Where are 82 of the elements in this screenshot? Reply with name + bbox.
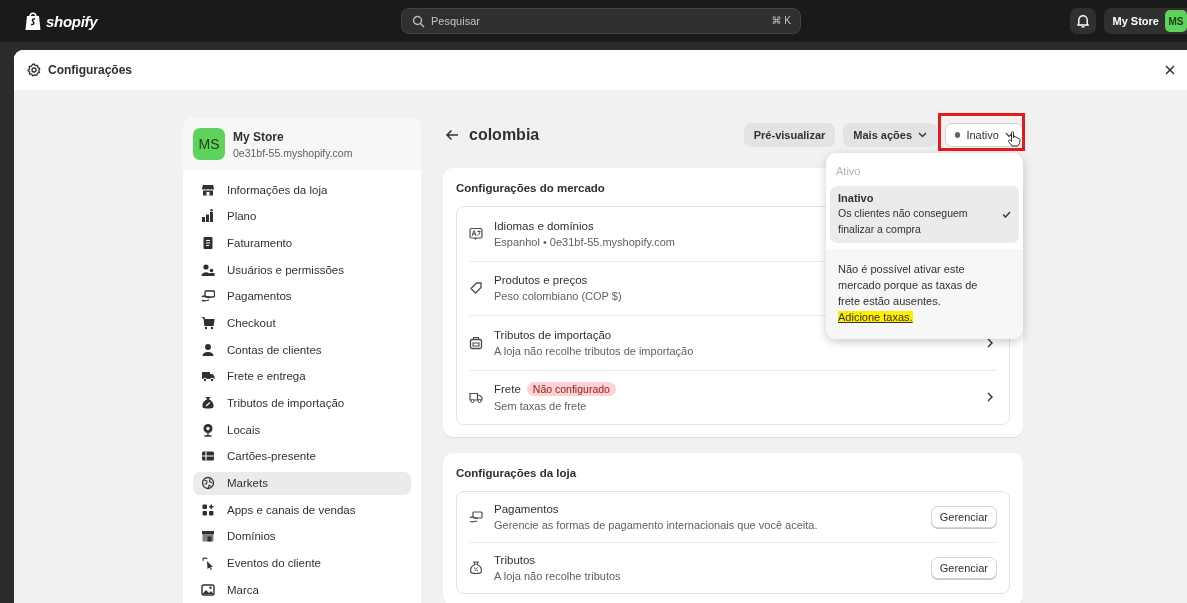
settings-icon <box>27 63 41 77</box>
sidebar-item[interactable]: Frete e entrega <box>193 364 411 388</box>
notice-text: Não é possível ativar este mercado porque as taxas de frete estão ausentes. Adicione taxas. <box>838 262 979 325</box>
store-menu-button[interactable]: My Store MS <box>1103 8 1187 34</box>
row-title: Tributos de importação <box>494 328 612 341</box>
translate-icon <box>469 226 483 241</box>
hand-card-icon <box>469 510 483 524</box>
package-icon <box>469 335 483 350</box>
sidebar-item[interactable]: Plano <box>193 204 411 228</box>
pointer-click-icon <box>201 556 215 571</box>
hand-card-icon <box>201 289 215 304</box>
chart-icon <box>201 209 215 224</box>
store-avatar: MS <box>193 128 225 160</box>
row-subtitle: Peso colombiano (COP $) <box>494 290 622 303</box>
money-bag-icon <box>469 561 483 575</box>
sidebar-item[interactable]: Domínios <box>193 524 411 548</box>
menu-option: Ativo <box>830 161 1019 186</box>
users-icon <box>201 262 215 277</box>
sidebar-item[interactable]: Cartões-presente <box>193 444 411 468</box>
row-title: Idiomas e domínios <box>494 219 594 232</box>
check-icon <box>1002 211 1011 218</box>
sidebar-item[interactable]: Usuários e permissões <box>193 258 411 282</box>
status-button[interactable]: Inativo <box>945 123 1023 147</box>
sidebar-item[interactable]: Locais <box>193 418 411 442</box>
gift-card-icon <box>201 449 215 464</box>
card-title: Configurações da loja <box>456 467 578 479</box>
location-pin-icon <box>201 422 215 437</box>
money-bag-icon <box>201 396 215 410</box>
manage-button[interactable]: Gerenciar <box>930 506 997 528</box>
store-avatar: MS <box>1165 10 1187 32</box>
sidebar-item[interactable]: Faturamento <box>193 231 411 255</box>
notifications-button[interactable] <box>1069 8 1096 34</box>
sidebar-item[interactable]: Pagamentos <box>193 284 411 308</box>
row-title: Tributos <box>494 554 536 566</box>
row-title: Frete <box>494 383 521 396</box>
sidebar-item[interactable]: Marca <box>193 578 411 602</box>
row-subtitle: Espanhol • 0e31bf-55.myshopify.com <box>494 235 675 248</box>
preview-button[interactable]: Pré-visualizar <box>743 123 836 147</box>
bag-icon <box>24 11 42 31</box>
sidebar-item[interactable]: Markets <box>193 471 411 495</box>
row-subtitle: Gerencie as formas de pagamento internacionais que você aceita. <box>494 519 818 531</box>
more-actions-button[interactable]: Mais ações <box>843 123 937 147</box>
cart-icon <box>201 315 215 330</box>
truck-icon <box>201 369 215 384</box>
store-icon <box>201 182 215 197</box>
status-badge: Não configurado <box>526 382 616 397</box>
sidebar-item[interactable]: Eventos do cliente <box>193 551 411 575</box>
row-subtitle: Sem taxas de frete <box>494 400 587 413</box>
shortcut-hint: ⌘ K <box>771 15 791 26</box>
storefront-icon <box>201 529 215 544</box>
row-subtitle: A loja não recolhe tributos de importação <box>494 344 694 357</box>
apps-icon <box>201 502 215 517</box>
back-button[interactable] <box>443 127 461 143</box>
row-subtitle: A loja não recolhe tributos <box>494 570 621 582</box>
row-title: Produtos e preços <box>494 274 588 287</box>
sidebar-item[interactable]: Tributos de importação <box>193 391 411 415</box>
bell-icon <box>1075 13 1090 29</box>
sidebar-item[interactable]: Checkout <box>193 311 411 335</box>
hand-cursor-icon <box>1007 131 1021 147</box>
back-arrow-icon <box>445 129 459 141</box>
logo-text: shopify <box>46 12 98 30</box>
menu-option[interactable]: Inativo Os clientes não conseguem finalizar a compra <box>830 186 1019 243</box>
store-name: My Store <box>233 129 285 144</box>
page-title: colombia <box>469 126 540 144</box>
sidebar-item[interactable]: Informações da loja <box>193 178 411 201</box>
modal-title: Configurações <box>48 63 132 77</box>
close-icon <box>1165 65 1175 75</box>
image-icon <box>201 582 215 597</box>
add-rates-link[interactable]: Adicione taxas. <box>838 311 913 323</box>
chevron-down-icon <box>1004 132 1013 138</box>
globe-icon <box>201 476 215 491</box>
row-title: Pagamentos <box>494 503 559 515</box>
sidebar-item[interactable]: Contas de clientes <box>193 338 411 362</box>
card-title: Configurações do mercado <box>456 182 606 194</box>
chevron-down-icon <box>918 132 927 138</box>
store-domain: 0e31bf-55.myshopify.com <box>233 146 353 159</box>
receipt-icon <box>201 235 215 250</box>
sidebar-item[interactable]: Apps e canais de vendas <box>193 498 411 522</box>
tag-icon <box>469 281 483 296</box>
person-icon <box>201 342 215 357</box>
truck-icon <box>469 390 483 405</box>
manage-button[interactable]: Gerenciar <box>930 557 997 579</box>
